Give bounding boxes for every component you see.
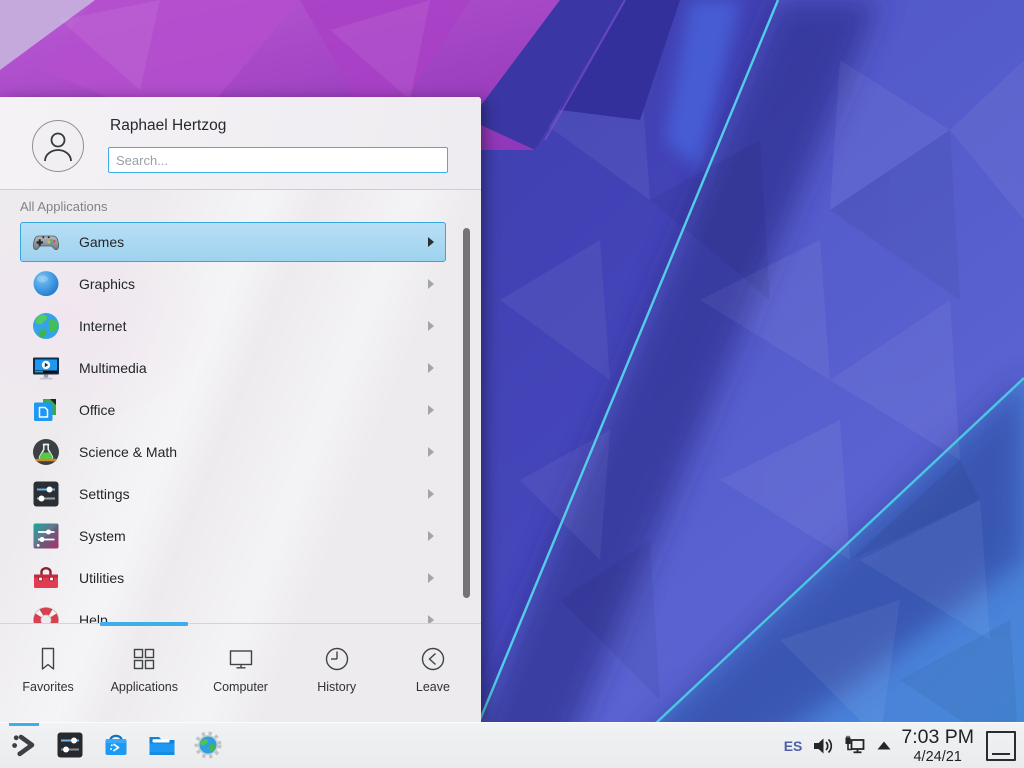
clock-icon xyxy=(323,645,351,673)
taskbar: ES xyxy=(0,722,1024,768)
system-sliders-icon xyxy=(30,520,62,552)
desktop: Raphael Hertzog All Applications Games Gr… xyxy=(0,0,1024,768)
tab-history[interactable]: History xyxy=(289,624,385,722)
folder-icon xyxy=(147,730,177,760)
submenu-arrow-icon xyxy=(428,531,434,541)
taskbar-app-icons xyxy=(55,730,223,760)
menu-item-utilities[interactable]: Utilities xyxy=(20,558,446,598)
globe-gear-icon xyxy=(193,730,223,760)
menu-item-system[interactable]: System xyxy=(20,516,446,556)
expand-tray-icon[interactable] xyxy=(875,737,893,755)
menu-item-label: Settings xyxy=(79,486,130,502)
user-name: Raphael Hertzog xyxy=(110,117,226,135)
menu-item-label: Utilities xyxy=(79,570,124,586)
user-avatar[interactable] xyxy=(32,120,84,172)
kde-launcher-icon xyxy=(10,731,38,759)
menu-item-office[interactable]: Office xyxy=(20,390,446,430)
submenu-arrow-icon xyxy=(428,405,434,415)
section-header: All Applications xyxy=(0,191,107,222)
monitor-icon xyxy=(227,645,255,673)
menu-item-science-math[interactable]: Science & Math xyxy=(20,432,446,472)
settings-sliders-icon xyxy=(30,478,62,510)
app-list: Games Graphics Internet Multimedia Office Sci… xyxy=(0,222,481,623)
user-icon xyxy=(33,121,83,171)
submenu-arrow-icon xyxy=(428,237,434,247)
tab-label: History xyxy=(317,680,356,694)
tab-computer[interactable]: Computer xyxy=(192,624,288,722)
submenu-arrow-icon xyxy=(428,489,434,499)
menu-item-label: Multimedia xyxy=(79,360,147,376)
taskbar-icon-discover[interactable] xyxy=(101,730,131,760)
search-input[interactable] xyxy=(108,147,448,173)
leave-icon xyxy=(419,645,447,673)
taskbar-launcher-button[interactable] xyxy=(10,731,38,759)
office-documents-icon xyxy=(30,394,62,426)
tab-label: Leave xyxy=(416,680,450,694)
menu-item-help[interactable]: Help xyxy=(20,600,446,623)
menu-item-graphics[interactable]: Graphics xyxy=(20,264,446,304)
science-flask-icon xyxy=(30,436,62,468)
tab-applications[interactable]: Applications xyxy=(96,624,192,722)
menu-item-label: Science & Math xyxy=(79,444,177,460)
utilities-toolbox-icon xyxy=(30,562,62,594)
tab-leave[interactable]: Leave xyxy=(385,624,481,722)
help-lifebuoy-icon xyxy=(30,604,62,623)
submenu-arrow-icon xyxy=(428,447,434,457)
taskbar-icon-system-settings[interactable] xyxy=(55,730,85,760)
taskbar-icon-file-manager[interactable] xyxy=(147,730,177,760)
show-desktop-button[interactable] xyxy=(986,731,1016,761)
submenu-arrow-icon xyxy=(428,573,434,583)
menu-item-multimedia[interactable]: Multimedia xyxy=(20,348,446,388)
menu-item-label: Graphics xyxy=(79,276,135,292)
tab-label: Computer xyxy=(213,680,268,694)
keyboard-layout-indicator[interactable]: ES xyxy=(784,738,803,754)
launcher-header: Raphael Hertzog xyxy=(0,97,481,190)
settings-app-icon xyxy=(55,730,85,760)
menu-item-label: Internet xyxy=(79,318,126,334)
clock-time: 7:03 PM xyxy=(901,728,974,748)
network-icon[interactable] xyxy=(843,734,867,758)
digital-clock[interactable]: 7:03 PM 4/24/21 xyxy=(901,728,974,765)
menu-item-games[interactable]: Games xyxy=(20,222,446,262)
discover-bag-icon xyxy=(101,730,131,760)
active-task-indicator xyxy=(9,723,39,726)
tab-favorites[interactable]: Favorites xyxy=(0,624,96,722)
menu-item-label: Games xyxy=(79,234,124,250)
graphics-sphere-icon xyxy=(30,268,62,300)
application-launcher-menu: Raphael Hertzog All Applications Games Gr… xyxy=(0,97,481,722)
clock-date: 4/24/21 xyxy=(901,750,974,765)
multimedia-monitor-icon xyxy=(30,352,62,384)
tab-label: Applications xyxy=(111,680,178,694)
submenu-arrow-icon xyxy=(428,321,434,331)
menu-item-settings[interactable]: Settings xyxy=(20,474,446,514)
system-tray: ES xyxy=(784,723,1016,768)
menu-item-label: Office xyxy=(79,402,115,418)
volume-icon[interactable] xyxy=(811,734,835,758)
menu-item-internet[interactable]: Internet xyxy=(20,306,446,346)
grid-icon xyxy=(130,645,158,673)
taskbar-icon-web-browser[interactable] xyxy=(193,730,223,760)
launcher-tabbar: Favorites Applications Computer History Leav… xyxy=(0,624,481,722)
bookmark-icon xyxy=(34,645,62,673)
scrollbar-thumb[interactable] xyxy=(463,228,470,598)
globe-icon xyxy=(30,310,62,342)
tab-label: Favorites xyxy=(22,680,73,694)
menu-item-label: System xyxy=(79,528,126,544)
submenu-arrow-icon xyxy=(428,363,434,373)
submenu-arrow-icon xyxy=(428,615,434,623)
gamepad-icon xyxy=(30,226,62,258)
submenu-arrow-icon xyxy=(428,279,434,289)
